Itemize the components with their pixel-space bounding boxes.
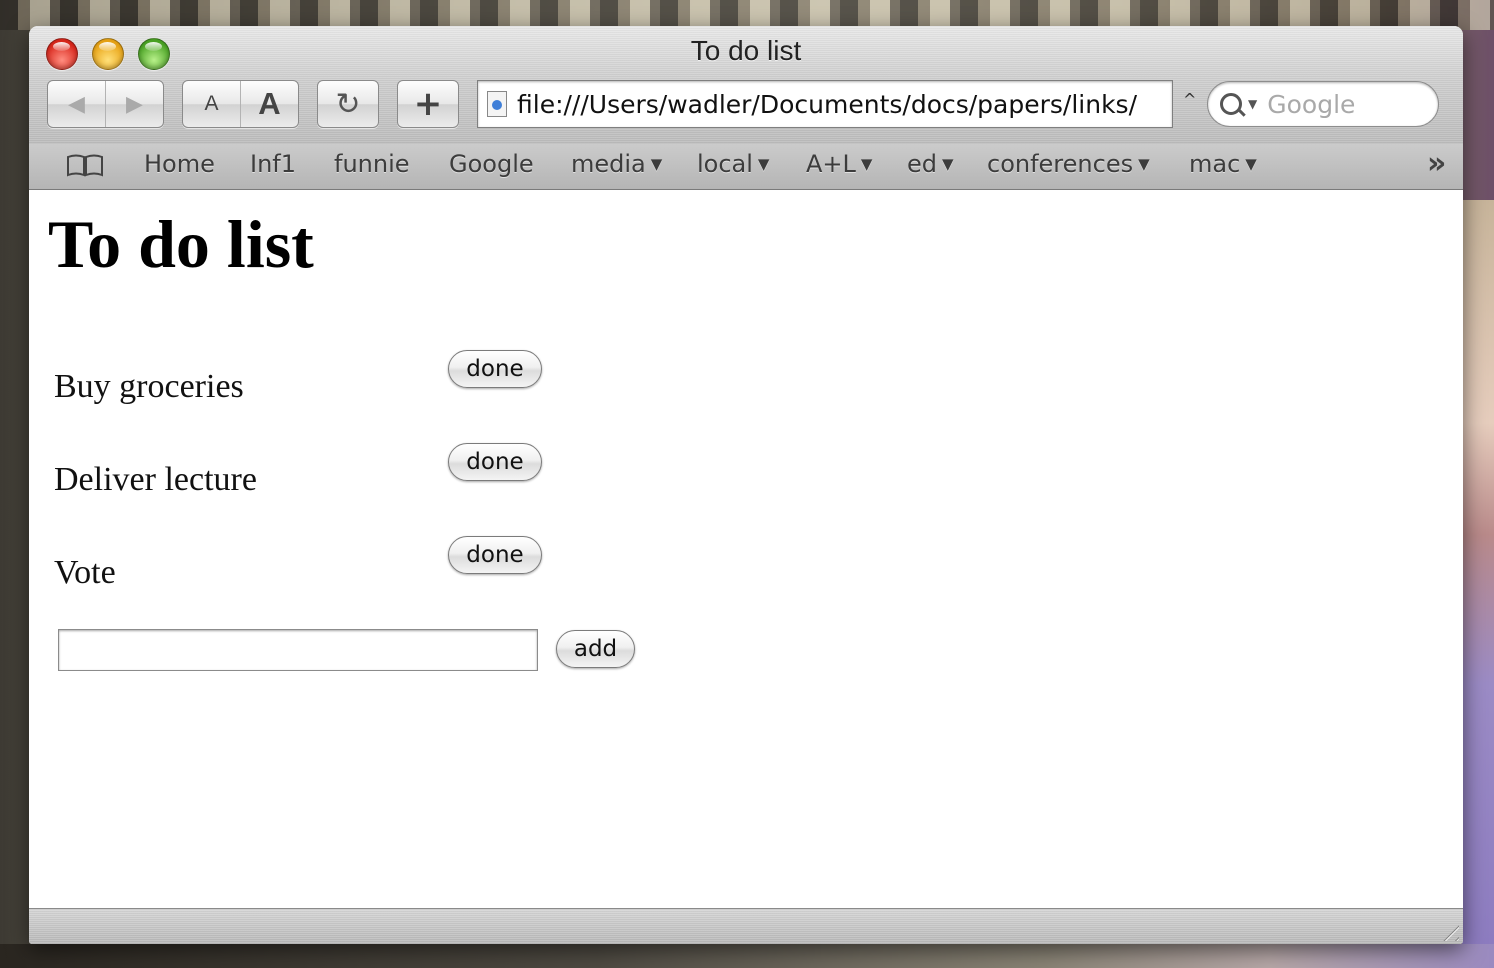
page-content: To do list Buy groceries done Deliver le… bbox=[29, 190, 1463, 908]
search-placeholder: Google bbox=[1267, 89, 1356, 119]
bookmark-label: Inf1 bbox=[250, 150, 297, 178]
text-bigger-label: A bbox=[258, 86, 281, 121]
dropdown-arrow-icon: ▼ bbox=[860, 155, 873, 173]
dropdown-arrow-icon: ▼ bbox=[1245, 155, 1257, 173]
todo-item-text: Buy groceries bbox=[54, 368, 244, 405]
bookmark-menu-conferences[interactable]: conferences ▼ bbox=[987, 150, 1150, 178]
browser-toolbar: To do list ◀ ▶ A A ↻ + file:///Users/wad… bbox=[29, 26, 1463, 145]
search-icon[interactable] bbox=[1220, 93, 1242, 115]
dropdown-arrow-icon: ▼ bbox=[757, 155, 770, 173]
bookmark-label: Home bbox=[144, 150, 215, 178]
bookmark-label: funnie bbox=[334, 150, 410, 178]
done-button-vote[interactable]: done bbox=[448, 536, 542, 574]
todo-item-text: Vote bbox=[54, 554, 116, 591]
bookmarks-book-icon[interactable] bbox=[65, 153, 105, 177]
bookmark-label: media bbox=[571, 150, 646, 178]
reload-button[interactable]: ↻ bbox=[317, 80, 379, 128]
desktop-background-bottom bbox=[0, 944, 1494, 968]
page-title: To do list bbox=[48, 206, 314, 282]
back-forward-control: ◀ ▶ bbox=[47, 80, 164, 128]
search-field[interactable]: ▼ Google bbox=[1207, 81, 1439, 127]
window-title: To do list bbox=[690, 35, 802, 66]
back-button[interactable]: ◀ bbox=[48, 81, 105, 127]
forward-button[interactable]: ▶ bbox=[105, 81, 163, 127]
add-bookmark-button[interactable]: + bbox=[397, 80, 459, 128]
search-menu-chevron-icon[interactable]: ▼ bbox=[1248, 97, 1257, 111]
forward-arrow-icon: ▶ bbox=[126, 91, 143, 117]
bookmark-menu-local[interactable]: local ▼ bbox=[697, 150, 769, 178]
status-bar bbox=[29, 908, 1463, 944]
address-text[interactable]: file:///Users/wadler/Documents/docs/pape… bbox=[517, 90, 1137, 119]
bookmark-inf1[interactable]: Inf1 bbox=[250, 150, 296, 178]
bookmark-menu-a-plus-l[interactable]: A+L ▼ bbox=[806, 150, 872, 178]
desktop-background-right bbox=[1462, 200, 1494, 944]
bookmark-label: ed bbox=[907, 150, 937, 178]
todo-item-text: Deliver lecture bbox=[54, 461, 257, 498]
bookmark-menu-mac[interactable]: mac ▼ bbox=[1189, 150, 1257, 178]
text-size-control: A A bbox=[182, 80, 299, 128]
new-todo-input[interactable] bbox=[58, 629, 538, 671]
add-button[interactable]: add bbox=[556, 630, 635, 668]
dropdown-arrow-icon: ▼ bbox=[1138, 155, 1150, 173]
resize-grip-icon[interactable] bbox=[1437, 919, 1459, 941]
plus-icon: + bbox=[413, 84, 443, 124]
reload-icon: ↻ bbox=[335, 86, 361, 122]
text-bigger-button[interactable]: A bbox=[240, 81, 298, 127]
browser-window: To do list ◀ ▶ A A ↻ + file:///Users/wad… bbox=[29, 26, 1463, 944]
bookmark-label: Google bbox=[449, 150, 534, 178]
bookmark-label: local bbox=[697, 150, 753, 178]
text-smaller-label: A bbox=[204, 92, 219, 115]
done-button-deliver-lecture[interactable]: done bbox=[448, 443, 542, 481]
bookmark-home[interactable]: Home bbox=[144, 150, 215, 178]
dropdown-arrow-icon: ▼ bbox=[650, 155, 663, 173]
address-history-caret-icon[interactable]: ^ bbox=[1183, 90, 1196, 109]
bookmark-google[interactable]: Google bbox=[449, 150, 534, 178]
text-smaller-button[interactable]: A bbox=[183, 81, 240, 127]
bookmark-menu-media[interactable]: media ▼ bbox=[571, 150, 662, 178]
bookmark-label: mac bbox=[1189, 150, 1241, 178]
address-bar[interactable]: file:///Users/wadler/Documents/docs/pape… bbox=[477, 80, 1173, 128]
done-button-buy-groceries[interactable]: done bbox=[448, 350, 542, 388]
bookmark-funnie[interactable]: funnie bbox=[334, 150, 410, 178]
bookmark-label: conferences bbox=[987, 150, 1134, 178]
dropdown-arrow-icon: ▼ bbox=[942, 155, 954, 173]
bookmark-label: A+L bbox=[806, 150, 856, 178]
bookmarks-overflow-icon[interactable]: » bbox=[1427, 146, 1446, 181]
bookmark-menu-ed[interactable]: ed ▼ bbox=[907, 150, 954, 178]
file-page-icon bbox=[487, 91, 507, 117]
bookmarks-bar: Home Inf1 funnie Google media ▼ local ▼ A+… bbox=[29, 144, 1463, 190]
back-arrow-icon: ◀ bbox=[68, 91, 85, 117]
